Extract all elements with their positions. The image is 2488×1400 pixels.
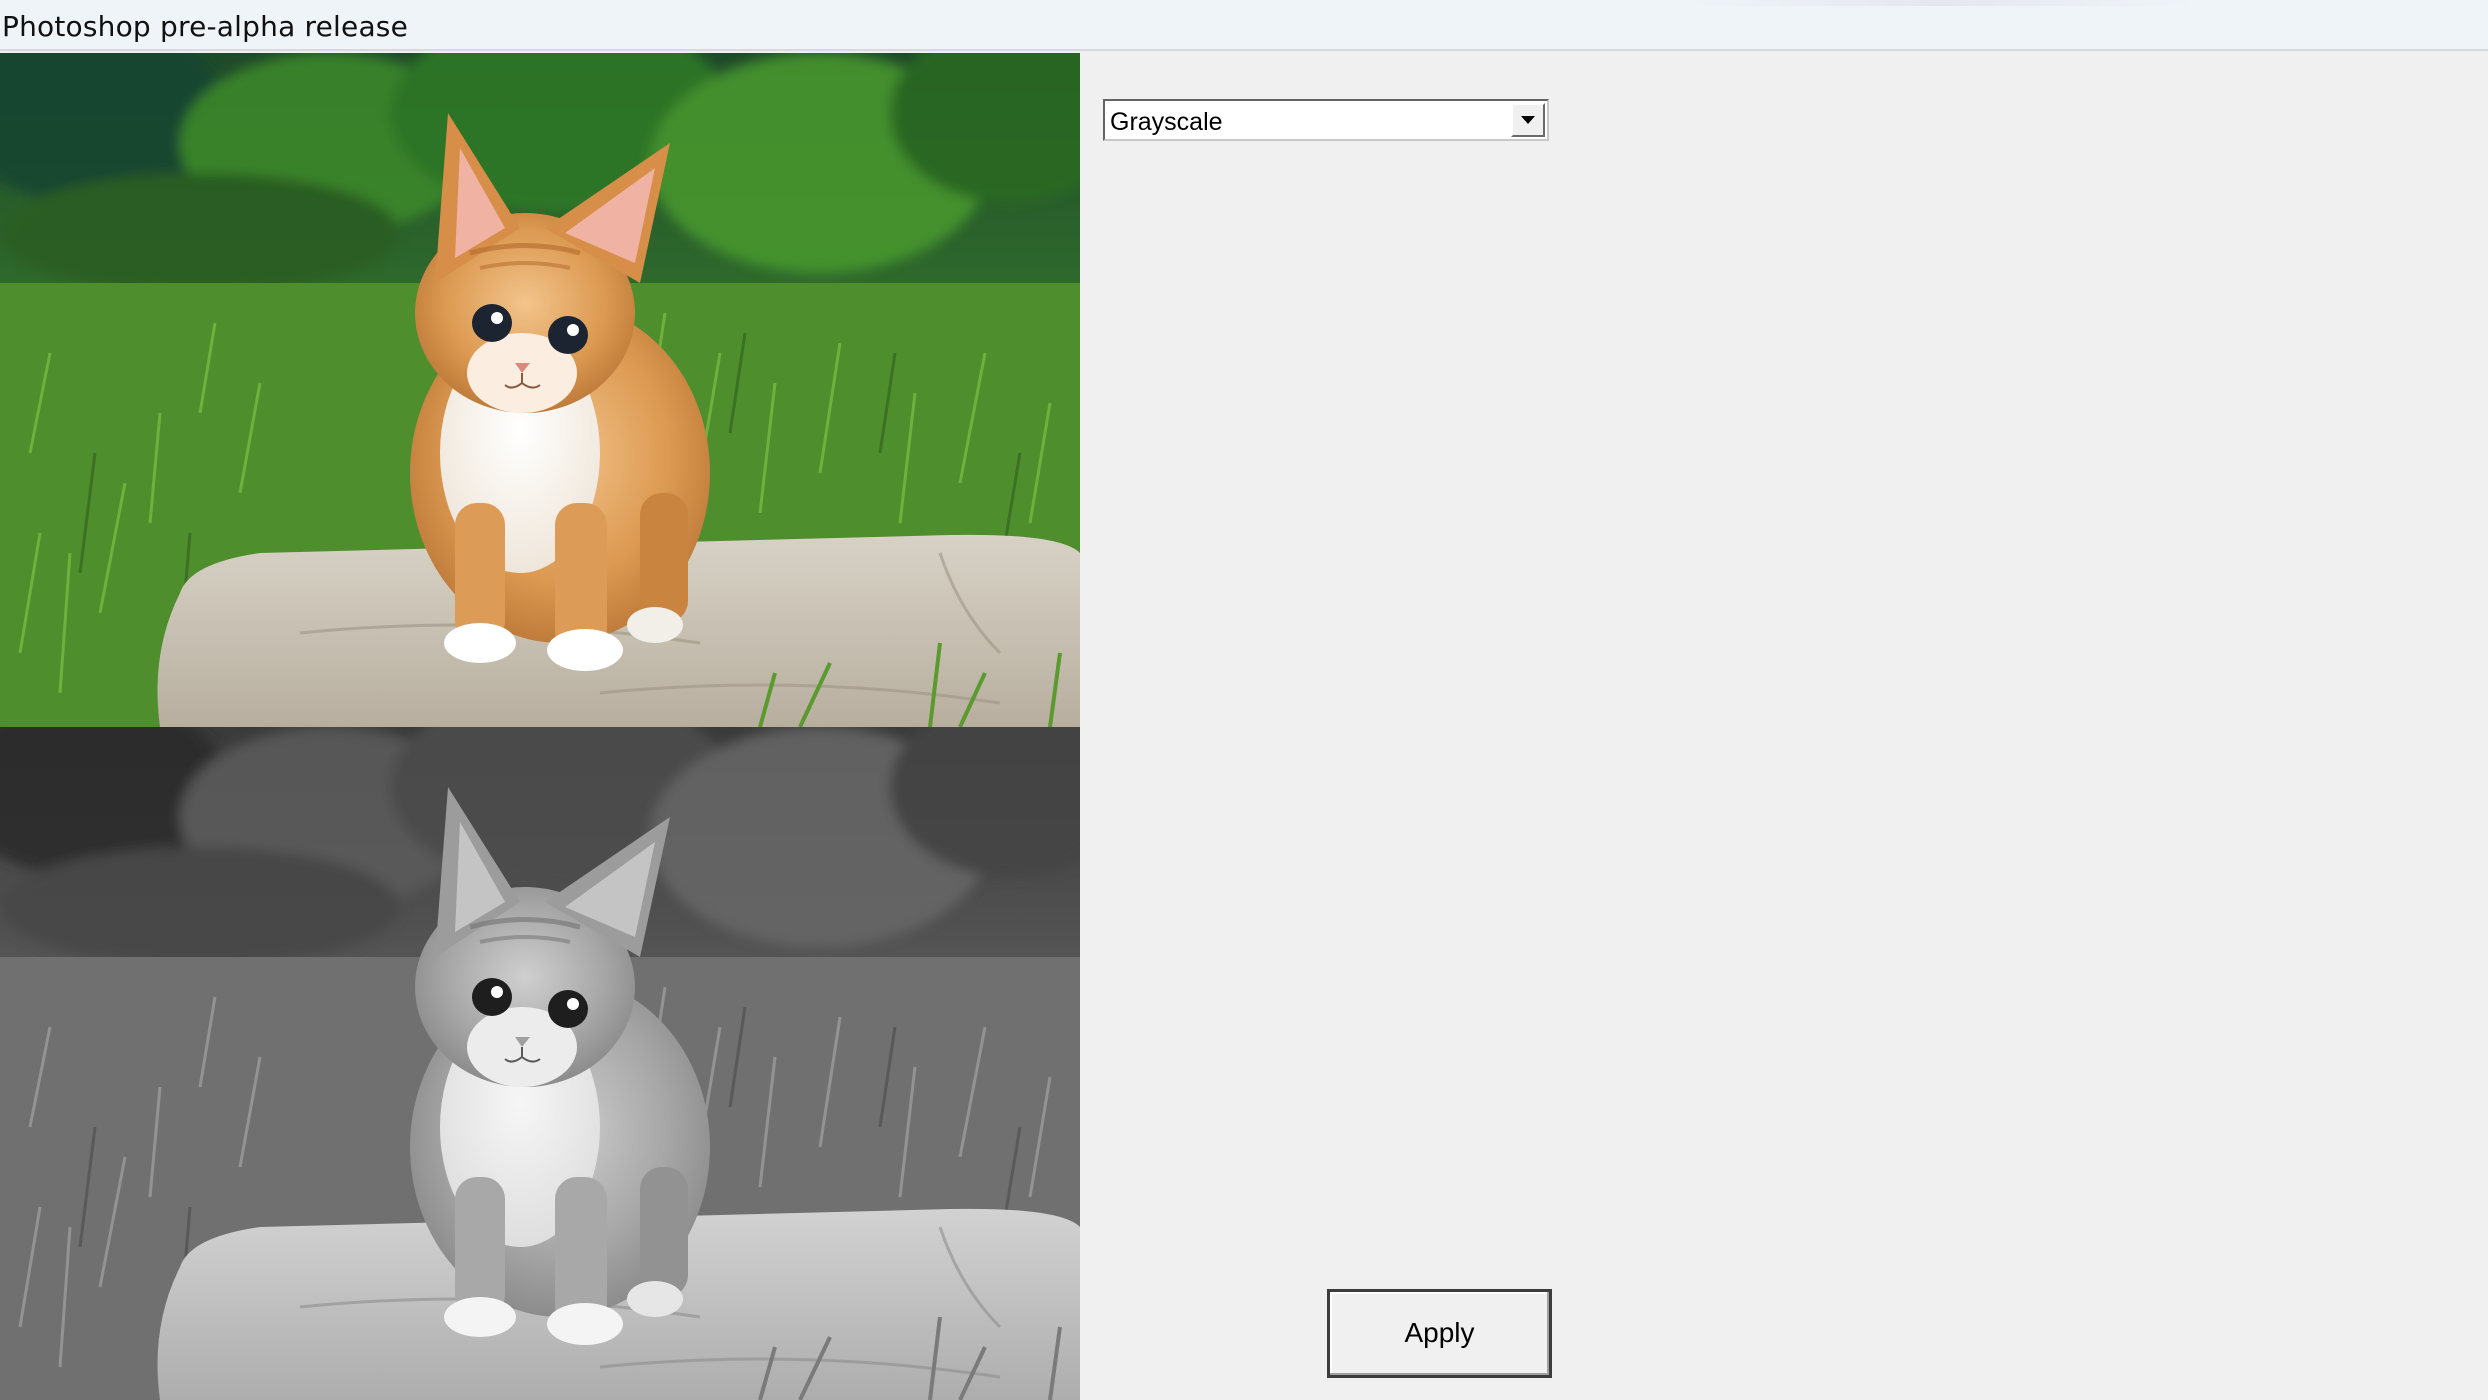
processed-image [0, 727, 1080, 1400]
apply-button[interactable]: Apply [1327, 1289, 1552, 1378]
window-title: Photoshop pre-alpha release [2, 10, 409, 43]
original-kitten-photo [0, 53, 1080, 727]
titlebar-highlight [1680, 0, 2200, 6]
dropdown-button[interactable] [1511, 103, 1545, 137]
app-window: Photoshop pre-alpha release Grayscale Ap… [0, 0, 2488, 1400]
title-bar[interactable]: Photoshop pre-alpha release [0, 0, 2488, 51]
chevron-down-icon [1521, 116, 1535, 124]
grayscale-kitten-photo [0, 727, 1080, 1400]
original-image [0, 53, 1080, 727]
filter-select[interactable]: Grayscale [1103, 99, 1549, 141]
filter-select-value: Grayscale [1110, 108, 1223, 136]
